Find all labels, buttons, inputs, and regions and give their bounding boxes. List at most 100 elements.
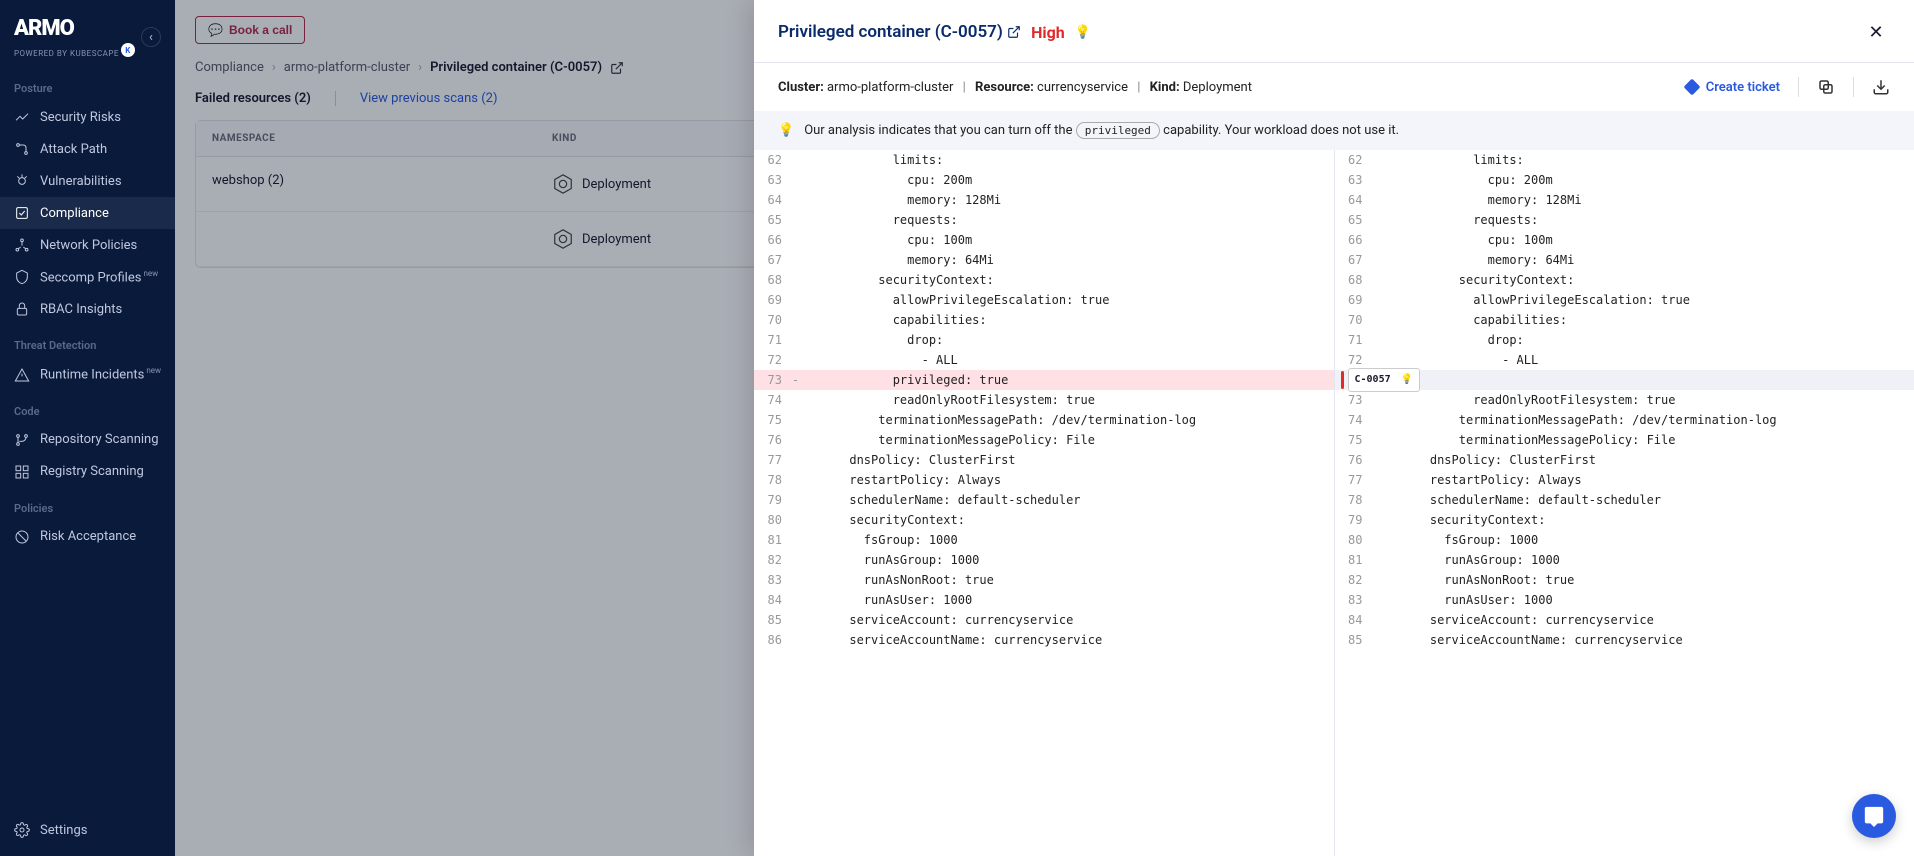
sidebar-item-label: Security Risks [40,110,121,125]
diff-line: 64 memory: 128Mi [754,190,1334,210]
trend-icon [14,109,30,125]
sidebar-item-label: Runtime Incidentsnew [40,366,161,382]
diff-line: 66 cpu: 100m [1335,230,1914,250]
diff-original[interactable]: 62 limits:63 cpu: 200m64 memory: 128Mi65… [754,150,1335,856]
diff-line: 85 serviceAccountName: currencyservice [1335,630,1914,650]
diff-line: 62 limits: [754,150,1334,170]
sidebar-item-rbac-insights[interactable]: RBAC Insights [0,293,175,325]
sidebar-item-label: Compliance [40,206,109,221]
sidebar-item-label: Risk Acceptance [40,529,136,544]
diff-line: 76 dnsPolicy: ClusterFirst [1335,450,1914,470]
hint-bar: 💡 Our analysis indicates that you can tu… [754,111,1914,150]
download-icon[interactable] [1872,78,1890,96]
sidebar-collapse-button[interactable]: ‹ [141,27,161,47]
diff-line: 82 runAsNonRoot: true [1335,570,1914,590]
diff-line: 70 capabilities: [1335,310,1914,330]
sidebar-item-compliance[interactable]: Compliance [0,197,175,229]
diff-line: 65 requests: [1335,210,1914,230]
diff-line: 73 readOnlyRootFilesystem: true [1335,390,1914,410]
sidebar: ARMO POWERED BY KUBESCAPEK ‹ PostureSecu… [0,0,175,856]
diff-line: 72 - ALL [1335,350,1914,370]
registry-icon [14,464,30,480]
diff-line: 84 runAsUser: 1000 [754,590,1334,610]
diff-line: 74 terminationMessagePath: /dev/terminat… [1335,410,1914,430]
sidebar-item-repository-scanning[interactable]: Repository Scanning [0,424,175,456]
diff-line: 66 cpu: 100m [754,230,1334,250]
sidebar-item-label: Network Policies [40,238,137,253]
diff-line: 62 limits: [1335,150,1914,170]
sidebar-item-seccomp-profiles[interactable]: Seccomp Profilesnew [0,261,175,293]
control-badge[interactable]: C-0057 💡 [1348,368,1421,392]
yaml-diff: 62 limits:63 cpu: 200m64 memory: 128Mi65… [754,150,1914,856]
diff-line: 79 schedulerName: default-scheduler [754,490,1334,510]
sidebar-item-label: Attack Path [40,142,107,157]
sidebar-item-risk-acceptance[interactable]: Risk Acceptance [0,521,175,553]
diff-line: 72 - ALL [754,350,1334,370]
diff-line: 69 allowPrivilegeEscalation: true [754,290,1334,310]
diff-line: 80 fsGroup: 1000 [1335,530,1914,550]
diff-line: 77 dnsPolicy: ClusterFirst [754,450,1334,470]
sidebar-item-settings[interactable]: Settings [0,814,175,846]
lightbulb-icon[interactable]: 💡 [1075,25,1091,40]
diff-line: 85 serviceAccount: currencyservice [754,610,1334,630]
diff-fixed[interactable]: 62 limits:63 cpu: 200m64 memory: 128Mi65… [1335,150,1914,856]
branch-icon [14,432,30,448]
sidebar-item-label: RBAC Insights [40,302,122,317]
diff-line: 63 cpu: 200m [754,170,1334,190]
sidebar-item-label: Repository Scanning [40,432,159,447]
alert-icon [14,367,30,383]
create-ticket-button[interactable]: Create ticket [1684,79,1780,95]
sidebar-section-label: Threat Detection [0,325,175,358]
sidebar-item-network-policies[interactable]: Network Policies [0,229,175,261]
diff-line: 82 runAsGroup: 1000 [754,550,1334,570]
network-icon [14,237,30,253]
resource-metadata: Cluster: armo-platform-cluster | Resourc… [778,80,1252,95]
lightbulb-icon: 💡 [778,123,794,138]
sidebar-item-attack-path[interactable]: Attack Path [0,133,175,165]
sidebar-item-registry-scanning[interactable]: Registry Scanning [0,456,175,488]
sidebar-item-vulnerabilities[interactable]: Vulnerabilities [0,165,175,197]
diff-line: 65 requests: [754,210,1334,230]
sidebar-section-label: Policies [0,488,175,521]
shield-icon [14,269,30,285]
gear-icon [14,822,30,838]
diff-line: 74 readOnlyRootFilesystem: true [754,390,1334,410]
kubescape-icon: K [121,43,135,57]
check-icon [14,205,30,221]
diff-line: 86 serviceAccountName: currencyservice [754,630,1334,650]
sidebar-item-label: Seccomp Profilesnew [40,269,158,285]
diff-line: 67 memory: 64Mi [754,250,1334,270]
diff-line: 75 terminationMessagePath: /dev/terminat… [754,410,1334,430]
logo: ARMO [14,16,135,41]
drawer-title: Privileged container (C-0057) [778,22,1021,42]
bug-icon [14,173,30,189]
diff-line: 68 securityContext: [754,270,1334,290]
diff-line: 76 terminationMessagePolicy: File [754,430,1334,450]
diff-line: 69 allowPrivilegeEscalation: true [1335,290,1914,310]
external-link-icon[interactable] [1007,24,1021,38]
diff-line: 79 securityContext: [1335,510,1914,530]
sidebar-item-runtime-incidents[interactable]: Runtime Incidentsnew [0,358,175,390]
create-ticket-label: Create ticket [1706,80,1780,95]
sidebar-section-label: Posture [0,68,175,101]
diff-line: 67 memory: 64Mi [1335,250,1914,270]
close-button[interactable]: ✕ [1862,18,1890,46]
eye-off-icon [14,529,30,545]
diff-line: 84 serviceAccount: currencyservice [1335,610,1914,630]
diff-line: 70 capabilities: [754,310,1334,330]
chat-widget-button[interactable] [1852,794,1896,838]
diff-line: 63 cpu: 200m [1335,170,1914,190]
sidebar-section-label: Code [0,391,175,424]
diff-badge-row: C-0057 💡 [1335,370,1914,390]
diff-line: 78 restartPolicy: Always [754,470,1334,490]
diff-line: 71 drop: [1335,330,1914,350]
diff-line: 81 runAsGroup: 1000 [1335,550,1914,570]
diff-line: 73- privileged: true [754,370,1334,390]
detail-drawer: Privileged container (C-0057) High 💡 ✕ C… [754,0,1914,856]
diff-line: 83 runAsUser: 1000 [1335,590,1914,610]
sidebar-item-label: Settings [40,823,87,838]
sidebar-item-label: Registry Scanning [40,464,144,479]
copy-icon[interactable] [1817,78,1835,96]
sidebar-item-label: Vulnerabilities [40,174,122,189]
sidebar-item-security-risks[interactable]: Security Risks [0,101,175,133]
